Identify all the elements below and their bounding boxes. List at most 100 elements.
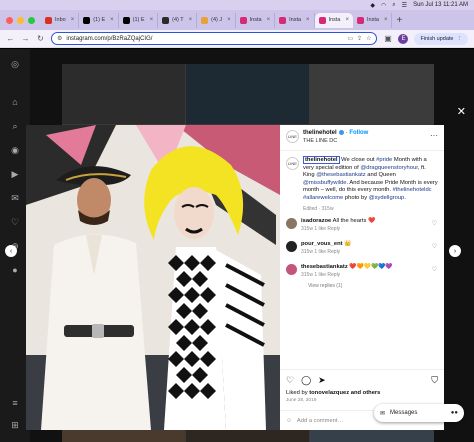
browser-tab[interactable]: Insta × xyxy=(236,12,276,28)
tab-close-icon[interactable]: × xyxy=(150,17,154,23)
profile-avatar[interactable]: E xyxy=(398,33,409,44)
next-post-arrow-icon[interactable]: › xyxy=(449,245,461,257)
tab-favicon-icon xyxy=(357,16,365,24)
browser-tab[interactable]: (1) E × xyxy=(119,12,159,28)
search-icon[interactable]: ⌕ xyxy=(10,121,20,131)
tab-close-icon[interactable]: × xyxy=(306,17,310,23)
browser-tab[interactable]: Insta × xyxy=(353,12,393,28)
previous-post-arrow-icon[interactable]: ‹ xyxy=(5,245,17,257)
grid-tile[interactable] xyxy=(186,64,309,124)
caption-avatar[interactable]: LINE xyxy=(286,157,299,170)
new-tab-button[interactable]: + xyxy=(396,15,402,26)
profile-icon[interactable]: ● xyxy=(10,265,20,275)
grid-tile[interactable] xyxy=(310,64,434,124)
comment-like-heart-icon[interactable]: ♡ xyxy=(432,266,437,273)
caption-username[interactable]: thelinehotel xyxy=(303,156,340,164)
cast-icon[interactable]: ▭ xyxy=(347,35,353,42)
comment-meta[interactable]: 315w 1 like Reply xyxy=(301,272,393,278)
account-avatar[interactable]: LINE xyxy=(286,130,299,143)
close-icon[interactable]: ✕ xyxy=(457,105,466,118)
comment-like-heart-icon[interactable]: ♡ xyxy=(432,220,437,227)
liked-by-prefix: Liked by xyxy=(286,390,310,396)
caption-body: We close out xyxy=(341,157,377,163)
view-replies-link[interactable]: View replies (1) xyxy=(280,283,444,289)
browser-tab[interactable]: (1) E × xyxy=(79,12,119,28)
comment-avatar[interactable] xyxy=(286,217,297,229)
tab-close-icon[interactable]: × xyxy=(346,17,350,23)
comment-username[interactable]: thesebastiankatz xyxy=(301,264,348,270)
address-url[interactable]: instagram.com/p/BzRaZQajCIG/ xyxy=(66,36,343,42)
address-bar[interactable]: ⚙ instagram.com/p/BzRaZQajCIG/ ▭ ⇪ ☆ xyxy=(51,32,378,45)
comment-meta[interactable]: 315w 1 like Reply xyxy=(301,226,375,232)
messages-avatars: ●● xyxy=(450,410,458,416)
zoom-window-button[interactable] xyxy=(28,16,35,24)
back-icon[interactable]: ← xyxy=(6,34,15,43)
like-heart-icon[interactable]: ♡ xyxy=(286,375,294,386)
tab-close-icon[interactable]: × xyxy=(189,17,193,23)
instagram-logo-icon[interactable]: ◎ xyxy=(10,59,20,69)
finish-update-button[interactable]: Finish update ⋮ xyxy=(414,32,468,45)
browser-tab[interactable]: Insta × xyxy=(314,12,354,28)
dropbox-icon[interactable]: ◆ xyxy=(370,2,375,9)
control-center-icon[interactable]: ☰ xyxy=(402,2,407,9)
reload-icon[interactable]: ↻ xyxy=(36,34,45,43)
post-photo[interactable] xyxy=(26,125,280,430)
reels-icon[interactable]: ▶ xyxy=(10,169,20,179)
more-menu-icon[interactable]: ≡ xyxy=(10,398,20,408)
share-icon[interactable]: ⇪ xyxy=(357,35,362,42)
messenger-icon[interactable]: ✉ xyxy=(10,193,20,203)
more-options-icon[interactable]: ··· xyxy=(430,131,438,140)
comment-body: All the hearts ❤️ xyxy=(332,217,376,224)
browser-tab[interactable]: (4) T × xyxy=(158,12,198,28)
bookmark-star-icon[interactable]: ☆ xyxy=(366,35,371,42)
comment-like-heart-icon[interactable]: ♡ xyxy=(432,243,437,250)
post-username[interactable]: thelinehotel xyxy=(303,130,337,136)
tab-close-icon[interactable]: × xyxy=(384,17,388,23)
messages-button[interactable]: ✉ Messages ●● xyxy=(374,404,464,422)
tab-close-icon[interactable]: × xyxy=(267,17,271,23)
save-bookmark-icon[interactable]: ⛉ xyxy=(431,375,438,386)
liked-by-others[interactable]: and others xyxy=(349,390,381,396)
comment-username[interactable]: pour_vous_ent xyxy=(301,241,343,247)
home-icon[interactable]: ⌂ xyxy=(10,97,20,107)
grid-tile[interactable] xyxy=(62,64,185,124)
caption-mention[interactable]: @thesebastiankatz xyxy=(316,172,365,178)
comment-meta[interactable]: 315w 1 like Reply xyxy=(301,249,351,255)
tab-favicon-icon xyxy=(279,16,287,24)
comment-bubble-icon[interactable]: ◯ xyxy=(301,375,311,386)
browser-tab[interactable]: (4) J × xyxy=(197,12,236,28)
caption-mention[interactable]: @missbuffywilde xyxy=(303,180,346,186)
tab-list: Inbo × (1) E × (1) E × (4) T × (4) J × Insta × Insta… xyxy=(41,12,393,28)
comment-avatar[interactable] xyxy=(286,263,297,275)
site-info-icon[interactable]: ⚙ xyxy=(57,35,62,42)
explore-icon[interactable]: ◉ xyxy=(10,145,20,155)
close-window-button[interactable] xyxy=(6,16,13,24)
follow-button[interactable]: Follow xyxy=(349,130,368,136)
caption-mention[interactable]: @dragqueenstoryhour xyxy=(360,165,417,171)
comment-item: thesebastiankatz ❤️🧡💛💚💙💜 315w 1 like Repl… xyxy=(280,263,444,278)
caption-hashtag[interactable]: #pride xyxy=(376,157,392,163)
browser-toolbar: ← → ↻ ⚙ instagram.com/p/BzRaZQajCIG/ ▭ ⇪… xyxy=(0,30,474,48)
forward-icon[interactable]: → xyxy=(21,34,30,43)
comment-avatar[interactable] xyxy=(286,240,297,252)
meta-apps-icon[interactable]: ⊞ xyxy=(10,420,20,430)
emoji-icon[interactable]: ☺ xyxy=(286,418,292,424)
browser-tab[interactable]: Inbo × xyxy=(41,12,80,28)
kebab-menu-icon: ⋮ xyxy=(456,35,463,42)
search-icon[interactable]: ⌕ xyxy=(392,2,395,9)
comment-username[interactable]: isadorazoe xyxy=(301,218,331,224)
notifications-heart-icon[interactable]: ♡ xyxy=(10,217,20,227)
minimize-window-button[interactable] xyxy=(17,16,24,24)
liked-by-user[interactable]: tonovelazquez xyxy=(309,390,349,396)
browser-tab[interactable]: Insta × xyxy=(275,12,315,28)
tab-close-icon[interactable]: × xyxy=(227,17,231,23)
share-send-icon[interactable]: ➤ xyxy=(318,375,326,386)
menubar-datetime[interactable]: Sun Jul 13 11:21 AM xyxy=(413,2,468,8)
tab-close-icon[interactable]: × xyxy=(71,17,75,23)
caption-mention[interactable]: @sydellgroup xyxy=(369,195,405,201)
wifi-icon[interactable]: ◠ xyxy=(381,2,386,9)
post-location[interactable]: THE LINE DC xyxy=(303,138,368,144)
extensions-icon[interactable]: ▣ xyxy=(383,34,392,43)
tab-close-icon[interactable]: × xyxy=(110,17,114,23)
add-comment-input[interactable]: Add a comment… xyxy=(297,418,343,424)
